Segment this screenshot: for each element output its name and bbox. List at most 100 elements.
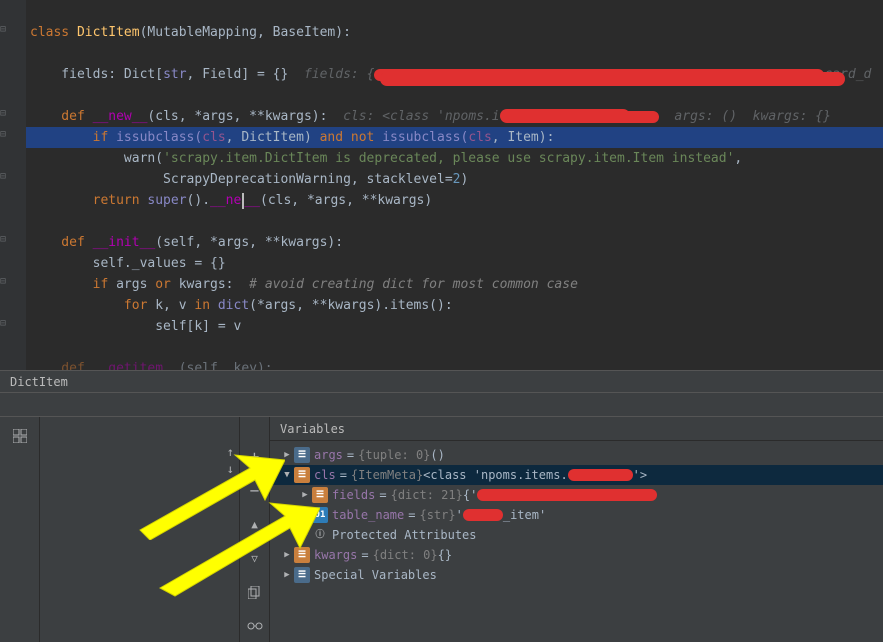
- keyword-return: return: [30, 193, 147, 208]
- values-init: self._values = {}: [30, 256, 226, 271]
- variables-toolbar: + − ▲ ▽: [240, 417, 270, 642]
- warn-call: warn(: [30, 151, 163, 166]
- item-assign: self[k] = v: [30, 319, 241, 334]
- equals-sign: =: [361, 545, 368, 565]
- variable-name: table_name: [332, 505, 404, 525]
- cls-param: cls: [202, 130, 225, 145]
- magic-init: __init__: [93, 235, 156, 250]
- expand-toggle[interactable]: ▶: [280, 545, 294, 565]
- keyword-if: if: [30, 130, 116, 145]
- fold-icon[interactable]: ⊟: [0, 108, 6, 119]
- keyword-and-not: and not: [320, 130, 383, 145]
- code-content: class DictItem(MutableMapping, BaseItem)…: [30, 0, 883, 370]
- keyword-def: def: [30, 109, 93, 124]
- magic-new-call: __ne: [210, 193, 241, 208]
- magic-getitem: __getitem__: [93, 361, 179, 370]
- fold-icon[interactable]: ⊟: [0, 24, 6, 35]
- magic-new-call2: __: [244, 193, 260, 208]
- super-call: ().: [187, 193, 210, 208]
- variable-row[interactable]: ▶☰args = {tuple: 0} (): [270, 445, 883, 465]
- variable-value: {}: [438, 545, 452, 565]
- redaction: [568, 469, 633, 481]
- variable-row[interactable]: ▶☰kwargs = {dict: 0} {}: [270, 545, 883, 565]
- variable-value: (): [430, 445, 444, 465]
- variable-row[interactable]: ▶☰fields = {dict: 21} {': [270, 485, 883, 505]
- expand-toggle[interactable]: ▶: [298, 525, 312, 545]
- item-arg: , Item):: [492, 130, 555, 145]
- class-bases: (MutableMapping, BaseItem):: [140, 25, 351, 40]
- expand-toggle[interactable]: ▼: [280, 465, 294, 485]
- getitem-params: (self, key):: [179, 361, 273, 370]
- variable-type: {dict: 21}: [391, 485, 463, 505]
- kwargs-check: kwargs:: [179, 277, 249, 292]
- fields-decl: fields: Dict[: [30, 67, 163, 82]
- redaction: [463, 509, 503, 521]
- expand-toggle[interactable]: ▶: [280, 445, 294, 465]
- variable-name: Special Variables: [314, 565, 437, 585]
- variable-value: {': [463, 485, 477, 505]
- redaction: [477, 489, 657, 501]
- frame-down-icon[interactable]: ↓: [227, 462, 234, 476]
- fold-icon[interactable]: ⊟: [0, 171, 6, 182]
- variable-row[interactable]: ▶☰Special Variables: [270, 565, 883, 585]
- dict-icon: ☰: [294, 547, 310, 563]
- dictitem-arg: , DictItem): [226, 130, 320, 145]
- move-down-icon[interactable]: ▽: [244, 547, 266, 569]
- warn-close: ): [460, 172, 468, 187]
- variable-row[interactable]: ▶ⓘProtected Attributes: [270, 525, 883, 545]
- special-icon: ☰: [294, 567, 310, 583]
- variable-row[interactable]: 01table_name = {str} '_item': [270, 505, 883, 525]
- warn-line2: ScrapyDeprecationWarning, stacklevel=: [30, 172, 453, 187]
- class-icon: ☰: [294, 467, 310, 483]
- glasses-icon[interactable]: [244, 615, 266, 637]
- keyword-def: def: [30, 235, 93, 250]
- code-editor[interactable]: ⊟ ⊟ ⊟ ⊟ ⊟ ⊟ ⊟ class DictItem(MutableMapp…: [0, 0, 883, 370]
- str-icon: 01: [312, 507, 328, 523]
- builtin-super: super: [147, 193, 186, 208]
- warn-comma: ,: [734, 151, 742, 166]
- equals-sign: =: [347, 445, 354, 465]
- fold-icon[interactable]: ⊟: [0, 318, 6, 329]
- equals-sign: =: [340, 465, 347, 485]
- variable-name: Protected Attributes: [332, 525, 477, 545]
- variable-name: cls: [314, 465, 336, 485]
- variable-type: {ItemMeta}: [351, 465, 423, 485]
- keyword-class: class: [30, 25, 77, 40]
- copy-icon[interactable]: [244, 581, 266, 603]
- move-up-icon[interactable]: ▲: [244, 513, 266, 535]
- fields-rest: , Field] = {}: [187, 67, 304, 82]
- builtin-dict: dict: [218, 298, 249, 313]
- add-watch-icon[interactable]: +: [244, 445, 266, 467]
- fold-icon[interactable]: ⊟: [0, 129, 6, 140]
- builtin-issubclass: issubclass(: [116, 130, 202, 145]
- frame-up-icon[interactable]: ↑: [227, 445, 234, 459]
- variable-type: {str}: [419, 505, 455, 525]
- variable-row[interactable]: ▼☰cls = {ItemMeta} <class 'npoms.items.'…: [270, 465, 883, 485]
- expand-toggle[interactable]: ▶: [298, 485, 312, 505]
- variable-name: args: [314, 445, 343, 465]
- keyword-in: in: [194, 298, 217, 313]
- variable-name: fields: [332, 485, 375, 505]
- debug-toolbar: [0, 417, 40, 642]
- keyword-or: or: [155, 277, 178, 292]
- panel-divider: [0, 392, 883, 417]
- fold-icon[interactable]: ⊟: [0, 276, 6, 287]
- items-call: (*args, **kwargs).items():: [249, 298, 453, 313]
- variable-value: ': [456, 505, 463, 525]
- equals-sign: =: [408, 505, 415, 525]
- grid-icon[interactable]: [9, 425, 31, 447]
- new-args: (cls, *args, **kwargs): [260, 193, 432, 208]
- new-params: (cls, *args, **kwargs):: [147, 109, 343, 124]
- variables-tree[interactable]: ▶☰args = {tuple: 0} ()▼☰cls = {ItemMeta}…: [270, 441, 883, 589]
- keyword-if: if: [30, 277, 116, 292]
- breadcrumb[interactable]: DictItem: [0, 370, 883, 392]
- keyword-def: def: [30, 361, 93, 370]
- breadcrumb-item[interactable]: DictItem: [10, 375, 68, 389]
- variable-type: {dict: 0}: [373, 545, 438, 565]
- fold-icon[interactable]: ⊟: [0, 234, 6, 245]
- redaction: [380, 72, 845, 86]
- remove-watch-icon[interactable]: −: [244, 479, 266, 501]
- builtin-str: str: [163, 67, 186, 82]
- equals-sign: =: [379, 485, 386, 505]
- expand-toggle[interactable]: ▶: [280, 565, 294, 585]
